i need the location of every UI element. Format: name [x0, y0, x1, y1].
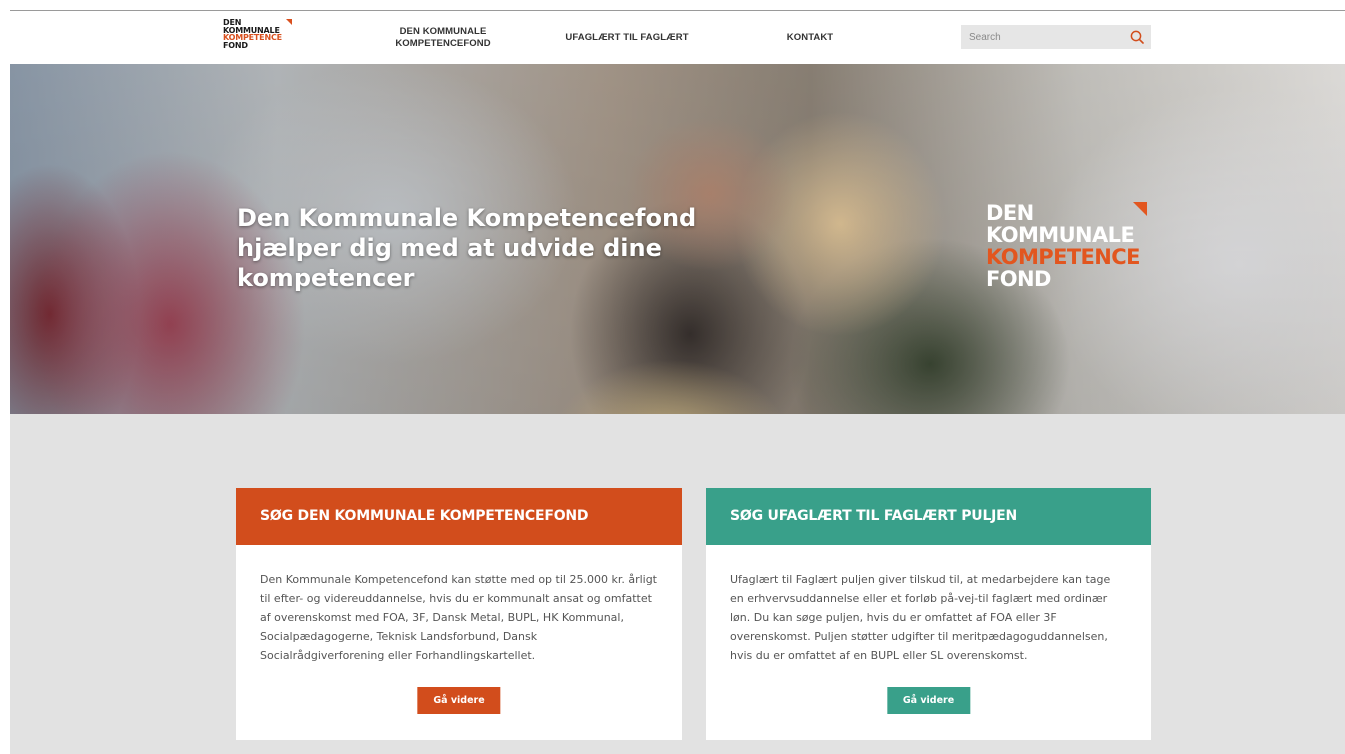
- site-logo[interactable]: DEN KOMMUNALE KOMPETENCE FOND: [223, 19, 295, 55]
- hero-logo-line-kompetence: KOMPETENCE: [986, 245, 1140, 269]
- search-box: [961, 25, 1151, 49]
- nav-label-line1: DEN KOMMUNALE: [399, 26, 487, 37]
- logo-corner-mark: [286, 19, 292, 25]
- content-area: SØG DEN KOMMUNALE KOMPETENCEFOND Den Kom…: [10, 414, 1345, 754]
- card-kompetencefond: SØG DEN KOMMUNALE KOMPETENCEFOND Den Kom…: [236, 488, 682, 740]
- site-header: DEN KOMMUNALE KOMPETENCE FOND DEN KOMMUN…: [0, 11, 1345, 64]
- hero-banner: Den Kommunale Kompetencefond hjælper dig…: [10, 64, 1345, 414]
- card-ufaglaert-puljen: SØG UFAGLÆRT TIL FAGLÆRT PULJEN Ufaglært…: [706, 488, 1151, 740]
- nav-label-line2: KOMPETENCEFOND: [395, 38, 491, 49]
- left-margin: [0, 11, 10, 754]
- hero-title-line2: hjælper dig med at udvide dine: [237, 234, 662, 262]
- search-icon[interactable]: [1129, 29, 1145, 45]
- go-further-button[interactable]: Gå videre: [886, 687, 971, 714]
- nav-den-kommunale-kompetencefond[interactable]: DEN KOMMUNALE KOMPETENCEFOND: [383, 26, 503, 50]
- hero-logo-corner-mark: [1133, 202, 1147, 216]
- card-title: SØG DEN KOMMUNALE KOMPETENCEFOND: [236, 488, 682, 545]
- logo-line-fond: FOND: [223, 40, 248, 50]
- nav-kontakt[interactable]: KONTAKT: [770, 32, 850, 44]
- nav-ufaglaert-til-faglaert[interactable]: UFAGLÆRT TIL FAGLÆRT: [556, 32, 698, 44]
- card-description: Ufaglært til Faglært puljen giver tilsku…: [730, 573, 1111, 662]
- card-description: Den Kommunale Kompetencefond kan støtte …: [260, 573, 657, 662]
- hero-logo-line-kommunale: KOMMUNALE: [986, 223, 1135, 247]
- go-further-button[interactable]: Gå videre: [417, 687, 501, 714]
- hero-logo: DEN KOMMUNALE KOMPETENCE FOND: [986, 202, 1166, 302]
- search-input[interactable]: [961, 25, 1121, 49]
- hero-logo-line-fond: FOND: [986, 267, 1051, 291]
- hero-title-line1: Den Kommunale Kompetencefond: [237, 204, 697, 232]
- hero-title: Den Kommunale Kompetencefond hjælper dig…: [237, 203, 737, 293]
- hero-title-line3: kompetencer: [237, 264, 415, 292]
- card-title: SØG UFAGLÆRT TIL FAGLÆRT PULJEN: [706, 488, 1151, 545]
